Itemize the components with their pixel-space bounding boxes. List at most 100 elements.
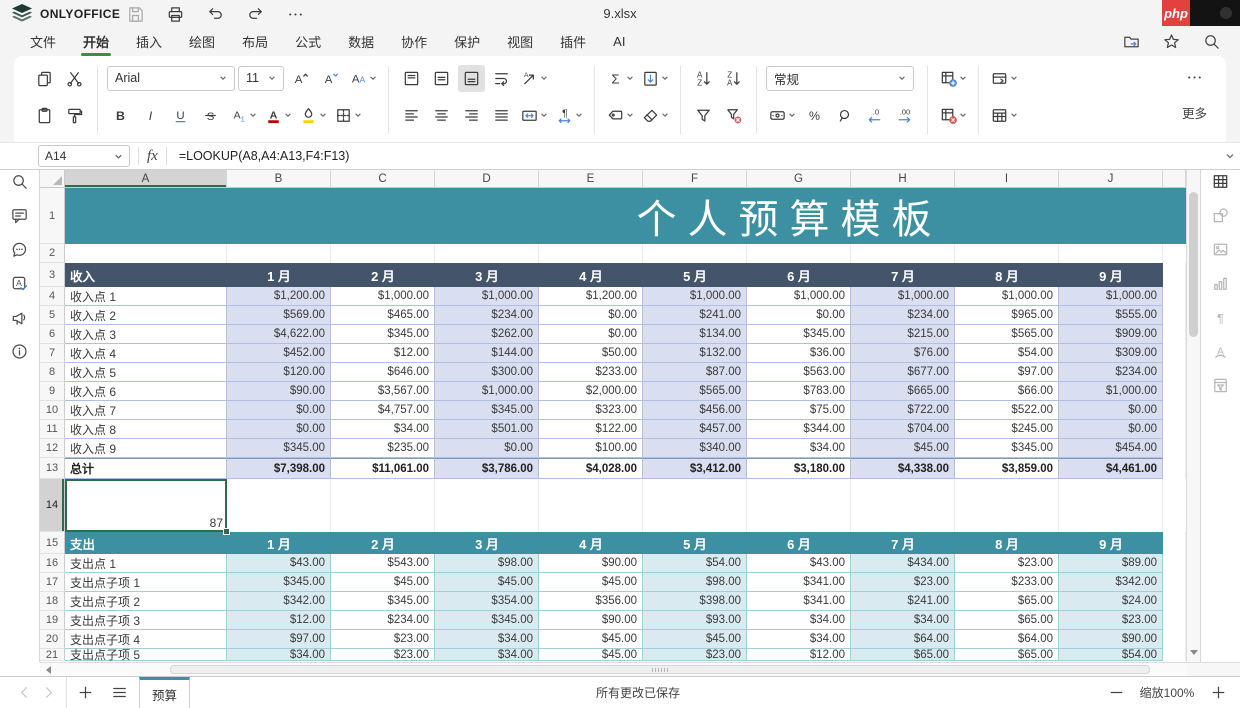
- folder-shared-icon[interactable]: [1120, 30, 1142, 52]
- cell[interactable]: $3,567.00: [331, 382, 435, 401]
- wrap-text-button[interactable]: [488, 65, 515, 92]
- chevron-down-icon[interactable]: [1009, 102, 1018, 129]
- row-header-16[interactable]: 16: [40, 554, 65, 573]
- cell[interactable]: [331, 479, 435, 532]
- cell[interactable]: $34.00: [435, 649, 539, 661]
- cell[interactable]: $23.00: [331, 630, 435, 649]
- cell[interactable]: $342.00: [227, 592, 331, 611]
- copy-button[interactable]: [31, 65, 58, 92]
- cell[interactable]: $45.00: [331, 573, 435, 592]
- cell[interactable]: $64.00: [955, 630, 1059, 649]
- zoom-level[interactable]: 缩放100%: [1138, 684, 1196, 701]
- cell[interactable]: $309.00: [1059, 344, 1163, 363]
- cell[interactable]: [1163, 287, 1186, 306]
- cell[interactable]: [851, 479, 955, 532]
- cell[interactable]: $501.00: [435, 420, 539, 439]
- clear-filter-button[interactable]: [720, 102, 747, 129]
- cell[interactable]: $4,622.00: [227, 325, 331, 344]
- decrease-decimal-button[interactable]: .0: [861, 102, 888, 129]
- cell[interactable]: $345.00: [331, 325, 435, 344]
- cell[interactable]: $7,398.00: [227, 458, 331, 479]
- cell[interactable]: [1059, 479, 1163, 532]
- cell[interactable]: 收入点 5: [65, 363, 227, 382]
- star-icon[interactable]: [1160, 30, 1182, 52]
- cell[interactable]: $457.00: [643, 420, 747, 439]
- chevron-down-icon[interactable]: [318, 102, 327, 129]
- cell[interactable]: $235.00: [331, 439, 435, 458]
- cell[interactable]: $0.00: [747, 306, 851, 325]
- cell[interactable]: $100.00: [539, 439, 643, 458]
- tab-file[interactable]: 文件: [30, 28, 56, 57]
- cell[interactable]: $341.00: [747, 592, 851, 611]
- cell[interactable]: $0.00: [435, 439, 539, 458]
- cell[interactable]: $45.00: [643, 630, 747, 649]
- cell[interactable]: $522.00: [955, 401, 1059, 420]
- font-size-combo[interactable]: 11: [238, 66, 284, 91]
- cell[interactable]: $45.00: [539, 649, 643, 661]
- cell[interactable]: $34.00: [227, 649, 331, 661]
- chevron-down-icon[interactable]: [1009, 65, 1018, 92]
- cell[interactable]: $4,028.00: [539, 458, 643, 479]
- chevron-down-icon[interactable]: [660, 65, 669, 92]
- cell[interactable]: 支出点子项 2: [65, 592, 227, 611]
- cell[interactable]: [1163, 263, 1186, 287]
- spellcheck-icon[interactable]: A: [10, 274, 30, 294]
- row-header-1[interactable]: 1: [40, 188, 65, 244]
- cell[interactable]: $34.00: [435, 630, 539, 649]
- selection-fill-handle[interactable]: [223, 528, 230, 535]
- cell[interactable]: $300.00: [435, 363, 539, 382]
- cell[interactable]: $65.00: [955, 592, 1059, 611]
- format-painter-button[interactable]: [61, 102, 88, 129]
- cell[interactable]: $345.00: [955, 439, 1059, 458]
- align-justify-button[interactable]: [488, 102, 515, 129]
- tab-home[interactable]: 开始: [83, 28, 109, 57]
- cell[interactable]: $65.00: [955, 649, 1059, 661]
- align-bottom-button[interactable]: [458, 65, 485, 92]
- sort-za-button[interactable]: ZA: [720, 65, 747, 92]
- align-center-button[interactable]: [428, 102, 455, 129]
- cell[interactable]: $4,461.00: [1059, 458, 1163, 479]
- cell[interactable]: $23.00: [331, 649, 435, 661]
- column-header-A[interactable]: A: [65, 170, 227, 188]
- cell[interactable]: $0.00: [539, 306, 643, 325]
- cell[interactable]: 收入点 6: [65, 382, 227, 401]
- tab-draw[interactable]: 绘图: [189, 28, 215, 57]
- row-header-19[interactable]: 19: [40, 611, 65, 630]
- cell[interactable]: $1,000.00: [955, 287, 1059, 306]
- cell[interactable]: $565.00: [955, 325, 1059, 344]
- cell[interactable]: $1,000.00: [1059, 382, 1163, 401]
- cell[interactable]: $65.00: [851, 649, 955, 661]
- chevron-down-icon[interactable]: [353, 102, 362, 129]
- chevron-down-icon[interactable]: [218, 67, 227, 90]
- cell[interactable]: $245.00: [955, 420, 1059, 439]
- row-header-20[interactable]: 20: [40, 630, 65, 649]
- cell[interactable]: $909.00: [1059, 325, 1163, 344]
- cell[interactable]: $215.00: [851, 325, 955, 344]
- cell[interactable]: $345.00: [227, 573, 331, 592]
- cell[interactable]: $24.00: [1059, 592, 1163, 611]
- search-icon[interactable]: [10, 172, 30, 192]
- cell[interactable]: $0.00: [1059, 401, 1163, 420]
- borders-button[interactable]: [332, 102, 364, 129]
- cell[interactable]: $93.00: [643, 611, 747, 630]
- cell[interactable]: $122.00: [539, 420, 643, 439]
- cell[interactable]: [1163, 420, 1186, 439]
- paste-button[interactable]: [31, 102, 58, 129]
- month-header-cell[interactable]: 8 月: [955, 532, 1059, 554]
- cell[interactable]: $341.00: [747, 573, 851, 592]
- cell[interactable]: $120.00: [227, 363, 331, 382]
- cell[interactable]: $241.00: [851, 592, 955, 611]
- cell[interactable]: $64.00: [851, 630, 955, 649]
- cell[interactable]: 支出点 1: [65, 554, 227, 573]
- cell[interactable]: $45.00: [435, 573, 539, 592]
- cell[interactable]: [539, 479, 643, 532]
- next-sheet-button[interactable]: [36, 681, 60, 705]
- chevron-down-icon[interactable]: [539, 102, 548, 129]
- chevron-down-icon[interactable]: [283, 102, 292, 129]
- cell[interactable]: $456.00: [643, 401, 747, 420]
- cell[interactable]: $3,180.00: [747, 458, 851, 479]
- cell[interactable]: [747, 244, 851, 263]
- info-icon[interactable]: [10, 342, 30, 362]
- cell[interactable]: [539, 244, 643, 263]
- cell[interactable]: $0.00: [227, 401, 331, 420]
